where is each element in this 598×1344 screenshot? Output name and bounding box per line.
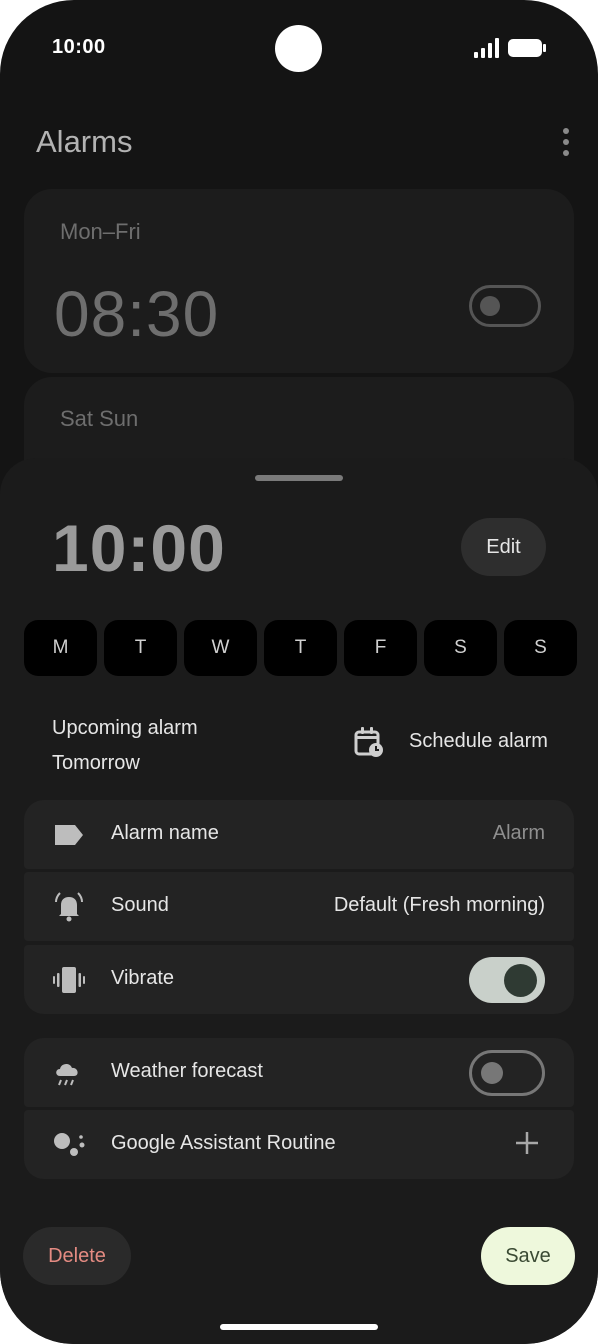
upcoming-when: Tomorrow: [52, 752, 140, 774]
setting-label: Alarm name: [111, 822, 219, 844]
day-saturday[interactable]: S: [424, 620, 497, 676]
toggle-knob: [504, 964, 537, 997]
edit-button[interactable]: Edit: [461, 518, 546, 576]
weather-icon: [56, 1063, 78, 1086]
bell-icon: [55, 892, 83, 922]
alarm-time-display[interactable]: 10:00: [52, 510, 226, 586]
setting-sound[interactable]: Sound Default (Fresh morning): [24, 872, 574, 941]
day-friday[interactable]: F: [344, 620, 417, 676]
schedule-alarm-button[interactable]: Schedule alarm: [409, 730, 548, 753]
phone-screen: 10:00 Alarms Mon–Fri 08:30 Sat Sun 10:00…: [0, 0, 598, 1344]
battery-icon: [508, 39, 546, 57]
alarm-card[interactable]: Mon–Fri 08:30: [24, 189, 574, 373]
add-icon[interactable]: [515, 1131, 539, 1155]
weather-toggle[interactable]: [469, 1050, 545, 1096]
toggle-knob: [480, 296, 500, 316]
camera-cutout: [275, 25, 322, 72]
delete-button[interactable]: Delete: [23, 1227, 131, 1285]
day-wednesday[interactable]: W: [184, 620, 257, 676]
setting-weather-forecast[interactable]: Weather forecast: [24, 1038, 574, 1107]
alarm-time: 08:30: [54, 278, 220, 350]
more-options-icon[interactable]: [552, 124, 580, 160]
setting-label: Vibrate: [111, 967, 175, 989]
alarm-editor-sheet: 10:00 Edit M T W T F S S Upcoming alarm …: [0, 458, 598, 1344]
setting-label: Sound: [111, 894, 169, 916]
alarm-days: Sat Sun: [60, 406, 139, 431]
assistant-icon: [54, 1133, 85, 1156]
day-sunday[interactable]: S: [504, 620, 577, 676]
signal-icon: [474, 38, 499, 58]
day-selector: M T W T F S S: [24, 620, 577, 676]
setting-value: Alarm: [492, 822, 545, 844]
page-title: Alarms: [36, 124, 133, 159]
vibrate-icon: [53, 967, 85, 993]
setting-assistant-routine[interactable]: Google Assistant Routine: [24, 1110, 574, 1179]
day-tuesday[interactable]: T: [104, 620, 177, 676]
status-time: 10:00: [52, 36, 106, 58]
status-bar: 10:00: [0, 0, 598, 96]
toggle-knob: [481, 1062, 503, 1084]
save-button[interactable]: Save: [481, 1227, 575, 1285]
calendar-clock-icon[interactable]: [354, 726, 384, 758]
alarm-toggle[interactable]: [469, 285, 541, 327]
home-indicator[interactable]: [220, 1324, 378, 1330]
alarm-days: Mon–Fri: [60, 219, 141, 244]
setting-label: Weather forecast: [111, 1060, 263, 1082]
day-thursday[interactable]: T: [264, 620, 337, 676]
upcoming-label: Upcoming alarm: [52, 717, 198, 739]
setting-value: Default (Fresh morning): [333, 894, 545, 916]
setting-vibrate[interactable]: Vibrate: [24, 945, 574, 1014]
vibrate-toggle[interactable]: [469, 957, 545, 1003]
setting-label: Google Assistant Routine: [111, 1132, 336, 1154]
drag-handle[interactable]: [255, 475, 343, 481]
day-monday[interactable]: M: [24, 620, 97, 676]
upcoming-alarm-info: Upcoming alarm Tomorrow: [52, 711, 198, 781]
setting-alarm-name[interactable]: Alarm name Alarm: [24, 800, 574, 869]
label-icon: [55, 825, 83, 845]
